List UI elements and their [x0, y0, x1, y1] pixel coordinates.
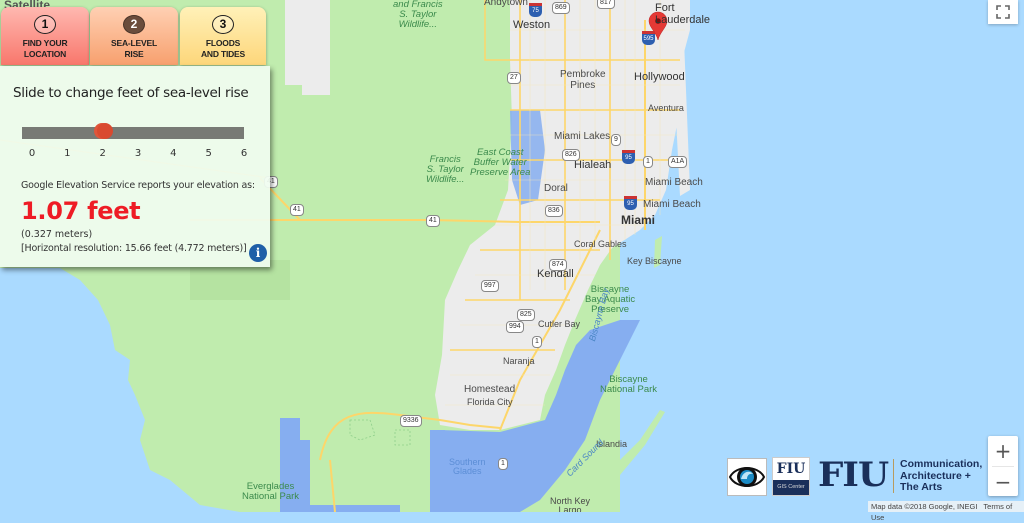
elevation-meters-value: (0.327 meters) [21, 229, 93, 240]
sea-level-eye-logo [727, 458, 767, 496]
shield-826: 826 [562, 149, 580, 161]
slider-tick-3: 3 [134, 148, 142, 159]
label-miami-lakes: Miami Lakes [554, 131, 611, 142]
label-andytown: Andytown [484, 0, 528, 8]
fullscreen-button[interactable] [988, 0, 1018, 24]
shield-9336: 9336 [400, 415, 422, 427]
shield-us41-b: 41 [290, 204, 304, 216]
tab-number: 3 [212, 15, 234, 34]
map-data-credit: Map data ©2018 Google, INEGI [871, 502, 978, 511]
label-key-biscayne: Key Biscayne [627, 256, 682, 266]
zoom-control: + − [988, 436, 1018, 496]
elevation-report-label: Google Elevation Service reports your el… [21, 180, 255, 191]
sea-level-slider-track[interactable] [22, 127, 244, 139]
slider-tick-6: 6 [240, 148, 248, 159]
shield-994: 994 [506, 321, 524, 333]
shield-i595: 595 [642, 31, 655, 45]
gis-logo-bottom: GIS Center [773, 480, 809, 495]
shield-9: 9 [611, 134, 621, 146]
label-east-coast-buffer: East Coast Buffer Water Preserve Area [470, 147, 531, 178]
shield-i95-b: 95 [624, 196, 637, 210]
label-pembroke-pines: Pembroke Pines [560, 69, 606, 91]
label-florida-city: Florida City [467, 397, 513, 407]
flood-area-everglades-south [310, 505, 400, 512]
shield-874: 874 [549, 259, 567, 271]
shield-817: 817 [597, 0, 615, 9]
shield-i95-a: 95 [622, 150, 635, 164]
logo-divider [893, 459, 894, 493]
slider-tick-1: 1 [64, 148, 71, 159]
tab-label-line1: SEA-LEVEL [111, 38, 157, 48]
tab-find-your-location[interactable]: 1 FIND YOUR LOCATION [1, 7, 89, 65]
info-icon[interactable]: i [249, 244, 267, 262]
sea-level-slider-thumb[interactable] [96, 123, 113, 139]
label-miami-beach-2: Miami Beach [643, 199, 701, 210]
label-miami-beach-1: Miami Beach [645, 177, 703, 188]
shield-us27: 27 [507, 72, 521, 84]
caa-line1: Communication, [900, 458, 983, 470]
shield-836: 836 [545, 205, 563, 217]
elevation-feet-value: 1.07 feet [21, 197, 141, 225]
label-naranja: Naranja [503, 356, 535, 366]
fullscreen-icon [996, 5, 1010, 19]
label-everglades-national-park: Everglades National Park [242, 481, 300, 502]
slider-tick-4: 4 [170, 148, 177, 159]
zoom-in-button[interactable]: + [988, 436, 1018, 466]
tab-label-line2: RISE [124, 49, 144, 59]
tab-number: 2 [123, 15, 145, 34]
caa-logo-text: Communication, Architecture + The Arts [900, 458, 983, 494]
shield-997: 997 [481, 280, 499, 292]
sea-level-panel: Slide to change feet of sea-level rise 0… [0, 66, 270, 267]
label-miami: Miami [621, 213, 656, 227]
tab-label-line1: FIND YOUR [22, 38, 68, 48]
label-francis-taylor-mid: Francis S. Taylor Wildlife... [426, 154, 465, 185]
tab-sea-level-rise[interactable]: 2 SEA-LEVEL RISE [90, 7, 178, 65]
label-southern-glades: Southern Glades [449, 457, 486, 477]
label-aventura: Aventura [648, 103, 684, 113]
label-fort-lauderdale: Fort Lauderdale [655, 2, 711, 26]
eye-wave-icon [728, 467, 766, 487]
label-doral: Doral [544, 183, 568, 194]
tab-label: FLOODS AND TIDES [180, 38, 266, 60]
map-attribution: Map data ©2018 Google, INEGI Terms of Use [868, 501, 1024, 522]
slider-tick-5: 5 [205, 148, 212, 159]
flood-area-glades [430, 430, 445, 512]
label-hollywood: Hollywood [634, 71, 685, 83]
tab-label-line2: LOCATION [23, 49, 67, 59]
urban-strip [285, 0, 330, 95]
shield-i75: 75 [529, 3, 542, 17]
shield-us1-b: 1 [532, 336, 542, 348]
label-north-key-largo: North Key Largo [550, 496, 591, 512]
label-biscayne-national-park: Biscayne National Park [600, 374, 658, 395]
label-cutler-bay: Cutler Bay [538, 319, 581, 329]
tab-label: FIND YOUR LOCATION [1, 38, 89, 60]
shield-825: 825 [517, 309, 535, 321]
fiu-logo: FIU [818, 455, 889, 495]
tab-number: 1 [34, 15, 56, 34]
caa-line3: The Arts [900, 481, 943, 493]
label-coral-gables: Coral Gables [574, 239, 627, 249]
shield-us1-c: 1 [498, 458, 508, 470]
label-hialeah: Hialeah [574, 159, 612, 171]
zoom-out-button[interactable]: − [988, 467, 1018, 497]
tab-label-line1: FLOODS [205, 38, 241, 48]
tab-label-line2: AND TIDES [200, 49, 245, 59]
tab-floods-and-tides[interactable]: 3 FLOODS AND TIDES [180, 7, 266, 65]
shield-us41-c: 41 [426, 215, 440, 227]
shield-869: 869 [552, 2, 570, 14]
shield-a1a: A1A [668, 156, 688, 168]
label-francis-taylor-top: Everglades and Francis S. Taylor Wildlif… [393, 0, 443, 30]
slider-tick-2: 2 [99, 148, 106, 159]
label-weston: Weston [513, 19, 551, 31]
slider-tick-0: 0 [28, 148, 36, 159]
gis-logo-top: FIU [776, 461, 806, 477]
shield-us1: 1 [643, 156, 653, 168]
fiu-gis-center-logo: FIU GIS Center [772, 457, 810, 496]
panel-title: Slide to change feet of sea-level rise [13, 85, 249, 101]
horizontal-resolution: [Horizontal resolution: 15.66 feet (4.77… [21, 243, 247, 254]
label-homestead: Homestead [464, 384, 516, 395]
tab-label: SEA-LEVEL RISE [90, 38, 178, 60]
